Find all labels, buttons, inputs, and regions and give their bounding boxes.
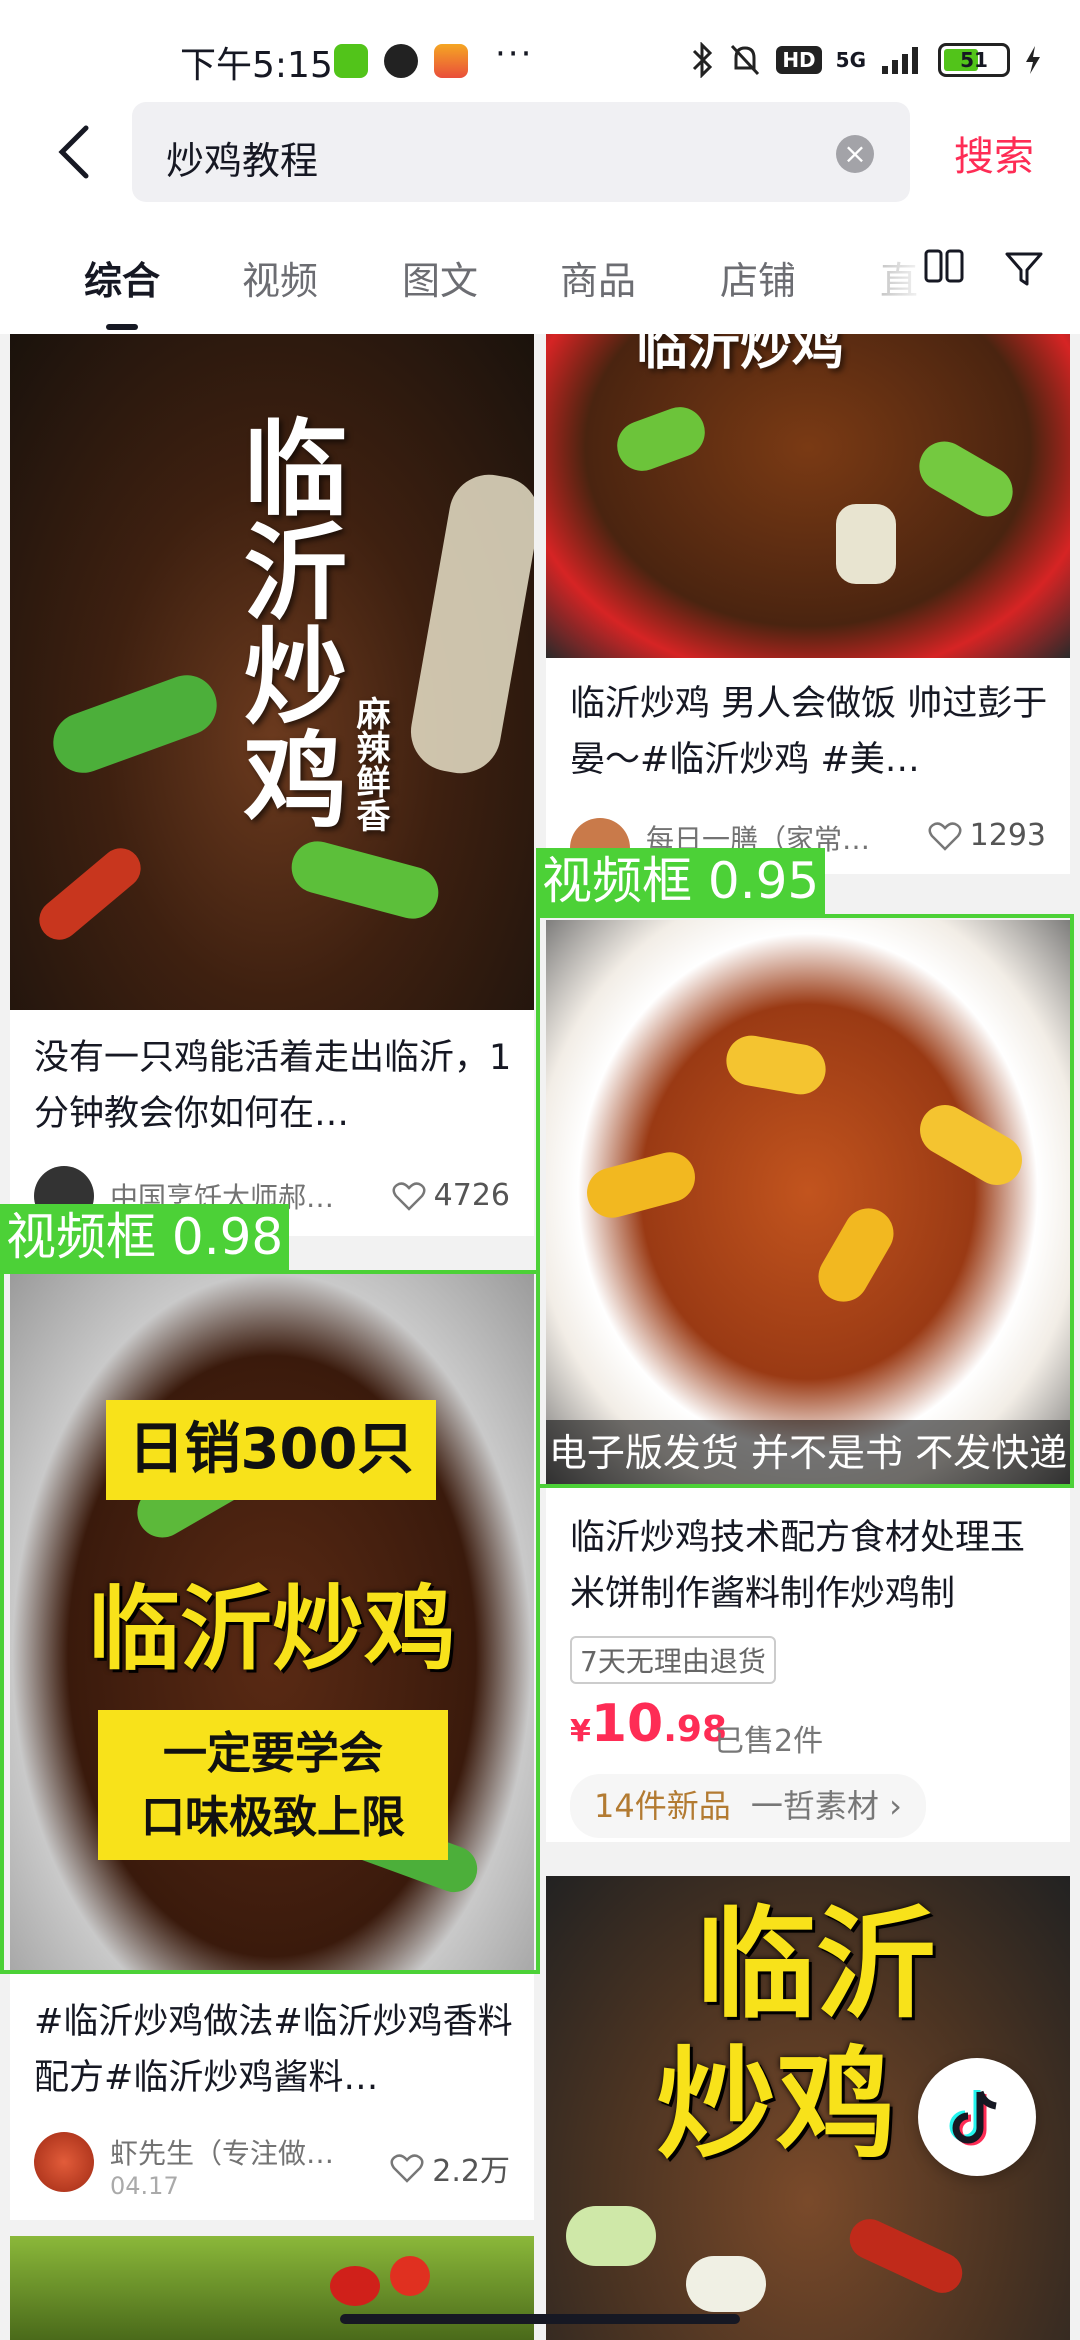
sold-count: 已售2件	[714, 1724, 824, 1759]
charging-icon	[1026, 46, 1040, 74]
card-title[interactable]: #临沂炒鸡做法#临沂炒鸡香料配方#临沂炒鸡酱料…	[34, 1994, 514, 2106]
tiktok-icon	[949, 2090, 997, 2146]
card-title[interactable]: 没有一只鸡能活着走出临沂，1分钟教会你如何在…	[34, 1030, 514, 1142]
tab-products[interactable]: 商品	[560, 250, 636, 305]
filter-icon[interactable]	[1004, 250, 1044, 288]
bluetooth-icon	[693, 42, 713, 78]
thumbnail-title: 临沂炒鸡	[225, 414, 347, 830]
return-policy-tag: 7天无理由退货	[570, 1636, 776, 1684]
status-time: 下午5:15	[180, 45, 333, 86]
like-count[interactable]: 2.2万	[390, 2146, 510, 2190]
network-type: 5G	[835, 48, 866, 72]
detection-label: 视频框 0.95	[536, 848, 826, 914]
clear-icon[interactable]: ×	[836, 135, 874, 173]
signal-icon	[882, 47, 918, 74]
mute-bell-icon	[731, 44, 760, 76]
thumbnail-title-line2: 炒鸡	[656, 2036, 896, 2175]
back-arrow-icon[interactable]	[50, 122, 100, 182]
more-notifications: ···	[495, 34, 534, 74]
tiktok-floating-button[interactable]	[918, 2058, 1036, 2176]
status-right-icons: HD 5G 51	[690, 40, 1042, 80]
like-count[interactable]: 4726	[392, 1178, 510, 1213]
tabs-fade	[870, 222, 930, 334]
price: ¥10.98	[570, 1694, 728, 1754]
avatar[interactable]	[34, 2132, 94, 2192]
detection-box	[0, 1270, 540, 1974]
thumbnail-title: 临沂炒鸡	[636, 334, 845, 377]
app-notification-icon	[334, 44, 368, 78]
tab-shops[interactable]: 店铺	[720, 250, 796, 305]
heart-icon	[392, 1181, 426, 1211]
heart-icon	[928, 821, 962, 851]
home-indicator[interactable]	[340, 2314, 740, 2324]
tab-all[interactable]: 综合	[84, 250, 160, 305]
detection-label: 视频框 0.98	[0, 1204, 290, 1270]
detection-box	[536, 914, 1074, 1488]
status-bar: 下午5:15 ··· HD 5G 51	[0, 0, 1080, 92]
result-card[interactable]: 临沂炒鸡 麻辣鲜香 没有一只鸡能活着走出临沂，1分钟教会你如何在… 中国烹饪大师…	[10, 334, 534, 1236]
active-tab-indicator	[106, 324, 138, 330]
hd-badge: HD	[776, 46, 822, 74]
search-input[interactable]: 炒鸡教程 ×	[132, 102, 910, 202]
post-date: 04.17	[110, 2172, 179, 2200]
result-card[interactable]: 临沂炒鸡 临沂炒鸡 男人会做饭 帅过彭于晏～#临沂炒鸡 #美… 每日一膳（家常……	[546, 334, 1070, 874]
like-count[interactable]: 1293	[928, 818, 1046, 853]
heart-icon	[390, 2154, 424, 2183]
shop-name: 一哲素材	[750, 1787, 879, 1825]
chevron-right-icon: ›	[889, 1787, 902, 1825]
58-app-icon	[434, 44, 468, 78]
thumbnail-subtitle: 麻辣鲜香	[350, 696, 390, 832]
video-thumbnail[interactable]: 临沂炒鸡	[546, 334, 1070, 658]
product-title[interactable]: 临沂炒鸡技术配方食材处理玉米饼制作酱料制作炒鸡制	[570, 1510, 1050, 1622]
tab-image-text[interactable]: 图文	[402, 250, 478, 305]
new-items-count: 14件新品	[594, 1787, 731, 1825]
author-name[interactable]: 虾先生（专注做…	[110, 2132, 334, 2172]
qq-icon	[384, 44, 418, 78]
battery-icon: 51	[938, 43, 1010, 77]
tab-video[interactable]: 视频	[242, 250, 318, 305]
layout-toggle-icon[interactable]	[924, 248, 964, 284]
result-tabs: 综合 视频 图文 商品 店铺 直	[0, 222, 1080, 334]
search-button[interactable]: 搜索	[954, 124, 1034, 182]
card-title[interactable]: 临沂炒鸡 男人会做饭 帅过彭于晏～#临沂炒鸡 #美…	[570, 676, 1050, 788]
thumbnail-title-line1: 临沂	[696, 1896, 936, 2035]
search-query[interactable]: 炒鸡教程	[166, 130, 318, 185]
result-card[interactable]	[10, 2236, 534, 2340]
video-thumbnail[interactable]: 临沂炒鸡 麻辣鲜香	[10, 334, 534, 1010]
shop-entry[interactable]: 14件新品 一哲素材 ›	[570, 1774, 926, 1838]
search-header: 炒鸡教程 × 搜索	[0, 92, 1080, 222]
